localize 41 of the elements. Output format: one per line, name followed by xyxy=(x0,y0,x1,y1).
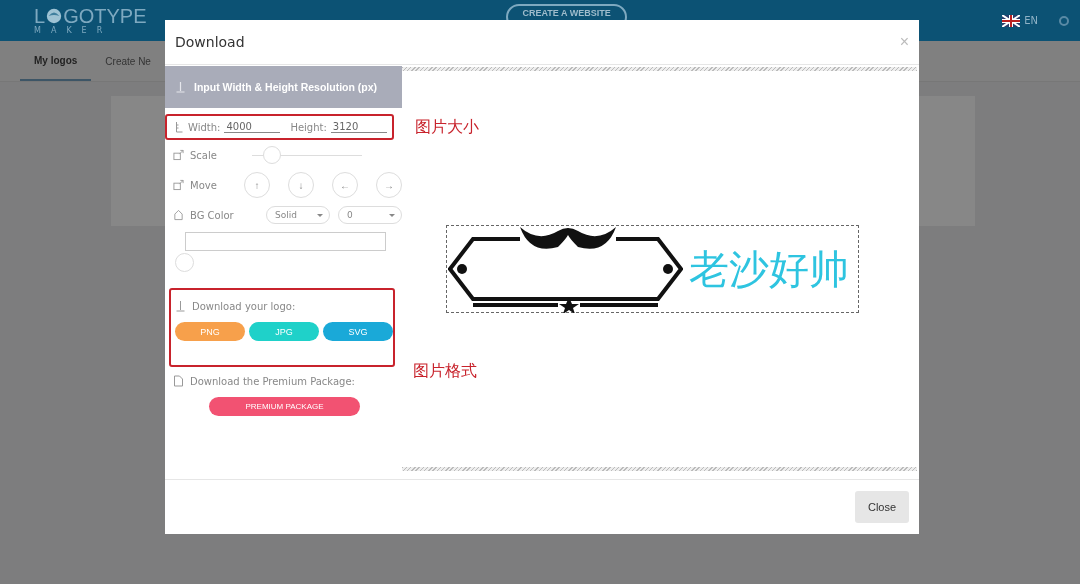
swirl-icon xyxy=(45,7,64,25)
move-button[interactable]: → xyxy=(376,172,402,198)
language-label[interactable]: EN xyxy=(1024,15,1038,26)
slider-thumb[interactable] xyxy=(263,146,281,164)
scale-label: Scale xyxy=(190,149,218,161)
flag-icon xyxy=(1002,14,1021,27)
caret-icon xyxy=(317,213,323,217)
move-button[interactable]: ↑ xyxy=(244,172,270,198)
height-label: Height: xyxy=(290,121,327,133)
resize-icon xyxy=(173,179,184,191)
format-button[interactable]: PNG xyxy=(175,322,245,341)
logo-letter: L xyxy=(34,6,46,26)
move-button[interactable]: ↓ xyxy=(288,172,314,198)
download-label: Download your logo: xyxy=(192,300,296,312)
width-label: Width: xyxy=(188,121,221,133)
settings-icon[interactable] xyxy=(1058,14,1070,27)
ruler-icon xyxy=(173,121,184,133)
tab[interactable]: Create Ne xyxy=(91,41,165,81)
bg-color-label: BG Color xyxy=(190,209,235,221)
section-title: Input Width & Height Resolution (px) xyxy=(194,81,378,93)
download-icon xyxy=(175,81,186,93)
width-input[interactable]: 4000 xyxy=(224,121,281,133)
close-button[interactable]: Close xyxy=(855,491,909,523)
color-input[interactable] xyxy=(185,232,386,251)
format-button[interactable]: SVG xyxy=(323,322,393,341)
resize-icon xyxy=(173,149,184,161)
tab[interactable]: My logos xyxy=(20,41,92,81)
download-icon xyxy=(175,300,186,312)
premium-label: Download the Premium Package: xyxy=(190,375,355,387)
move-label: Move xyxy=(190,179,218,191)
logo-subtitle: MAKER xyxy=(34,26,114,35)
document-icon xyxy=(173,375,184,387)
logo-text: 老沙好帅 xyxy=(689,247,849,291)
annotation-label: 图片大小 xyxy=(415,117,479,138)
caret-icon xyxy=(389,213,395,217)
height-input[interactable]: 3120 xyxy=(330,121,387,133)
premium-package-button[interactable]: PREMIUM PACKAGE xyxy=(209,397,360,416)
logo-text: GOTYPE xyxy=(63,6,147,26)
dialog-title: Download xyxy=(175,34,245,50)
move-button[interactable]: ← xyxy=(332,172,358,198)
annotation-label: 图片格式 xyxy=(413,361,477,382)
